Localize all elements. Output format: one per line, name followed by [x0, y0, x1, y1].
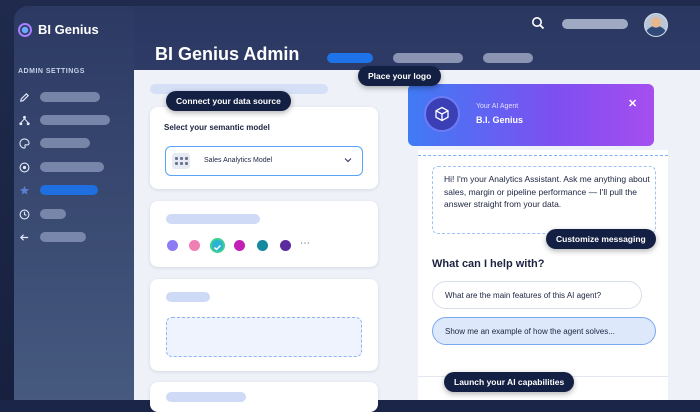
color-swatch-2[interactable]: [189, 240, 200, 251]
help-title: What can I help with?: [432, 258, 545, 270]
app-name: BI Genius: [38, 22, 99, 37]
callout-customize-messaging: Customize messaging: [546, 229, 656, 249]
callout-messaging-text: Customize messaging: [556, 234, 646, 244]
agent-name: B.I. Genius: [476, 115, 524, 125]
more-colors-icon[interactable]: ⋯: [300, 238, 310, 249]
network-icon: [18, 114, 30, 126]
sidebar-item-2[interactable]: [18, 114, 110, 126]
sidebar-section-label: ADMIN SETTINGS: [18, 68, 85, 75]
agent-avatar: [424, 96, 460, 132]
sidebar-item-label-placeholder: [40, 115, 110, 125]
selected-model: Sales Analytics Model: [204, 157, 273, 164]
color-swatch-4[interactable]: [234, 240, 245, 251]
agent-subtitle: Your AI Agent: [476, 103, 519, 110]
search-icon[interactable]: [531, 16, 545, 30]
upload-label-placeholder: [166, 292, 210, 302]
star-icon: [18, 184, 30, 196]
brand-colors-label-placeholder: [166, 214, 260, 224]
palette-icon: [18, 137, 30, 149]
app-logo[interactable]: BI Genius: [18, 22, 99, 37]
sidebar-item-label-placeholder: [40, 162, 104, 172]
callout-launch-text: Launch your AI capabilities: [454, 377, 565, 387]
semantic-model-select[interactable]: Sales Analytics Model: [165, 146, 363, 176]
color-swatch-selected[interactable]: [210, 238, 225, 253]
sidebar-item-1[interactable]: [18, 91, 100, 103]
close-icon[interactable]: ✕: [628, 97, 637, 110]
sidebar-item-label-placeholder: [40, 92, 100, 102]
next-card-label-placeholder: [166, 392, 246, 402]
user-name-placeholder: [562, 19, 628, 29]
suggestion-1[interactable]: What are the main features of this AI ag…: [432, 281, 642, 309]
target-icon: [18, 161, 30, 173]
header-divider: [418, 155, 668, 156]
suggestion-2[interactable]: Show me an example of how the agent solv…: [432, 317, 656, 345]
sidebar-item-3[interactable]: [18, 137, 90, 149]
color-swatch-5[interactable]: [257, 240, 268, 251]
clock-icon: [18, 208, 30, 220]
brand-colors-card: [150, 201, 378, 267]
sidebar: [14, 6, 134, 400]
sidebar-item-label-placeholder: [40, 138, 90, 148]
callout-place-logo: Place your logo: [358, 66, 442, 86]
tab-2[interactable]: [393, 53, 463, 63]
color-swatch-6[interactable]: [280, 240, 291, 251]
logo-icon: [18, 22, 32, 37]
callout-connect-text: Connect your data source: [176, 96, 281, 106]
sidebar-item-6[interactable]: [18, 208, 66, 220]
callout-connect-data: Connect your data source: [166, 91, 291, 111]
model-grid-icon: [172, 153, 190, 169]
sidebar-item-5-active[interactable]: [18, 184, 98, 196]
avatar[interactable]: [644, 13, 668, 37]
semantic-model-label: Select your semantic model: [164, 123, 270, 132]
sidebar-item-4[interactable]: [18, 161, 104, 173]
upload-dropzone[interactable]: [166, 317, 362, 357]
callout-launch-ai: Launch your AI capabilities: [444, 372, 575, 392]
chevron-down-icon: [344, 156, 352, 164]
sidebar-item-7[interactable]: [18, 231, 86, 243]
tab-3[interactable]: [483, 53, 533, 63]
tab-active[interactable]: [327, 53, 373, 63]
cube-icon: [435, 106, 449, 122]
greeting-message: Hi! I'm your Analytics Assistant. Ask me…: [444, 174, 650, 209]
check-icon: [213, 244, 222, 251]
sidebar-item-label-placeholder: [40, 232, 86, 242]
sidebar-item-label-placeholder: [40, 185, 98, 195]
callout-logo-text: Place your logo: [368, 71, 432, 81]
sidebar-item-label-placeholder: [40, 209, 66, 219]
color-swatch-1[interactable]: [167, 240, 178, 251]
pencil-icon: [18, 91, 30, 103]
back-arrow-icon: [18, 231, 30, 243]
page-title: BI Genius Admin: [155, 44, 300, 64]
